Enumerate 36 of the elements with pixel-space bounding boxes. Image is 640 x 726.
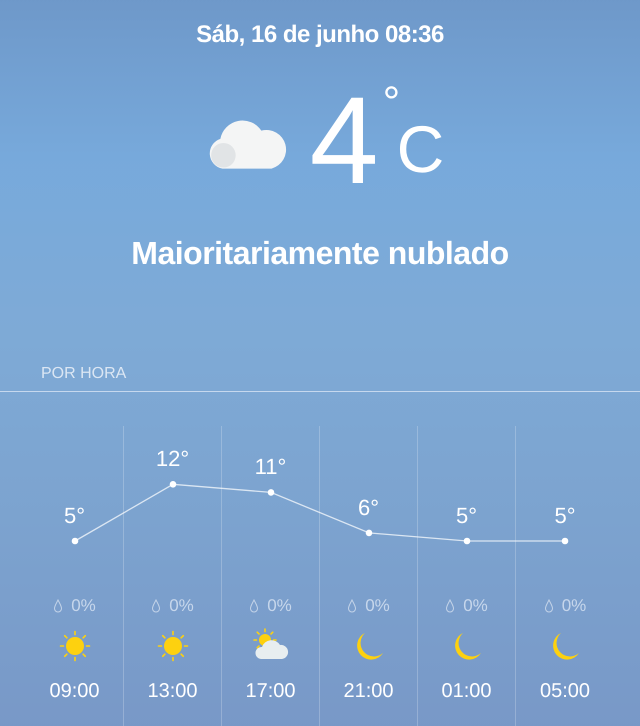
precipitation-chance: 0% [365,596,390,616]
temperature-label: 5° [553,503,577,529]
date-time: Sáb, 16 de junho 08:36 [196,21,444,49]
drop-icon [151,599,162,613]
hour-label: 17:00 [245,680,296,703]
data-point [72,538,78,544]
data-point [170,481,176,488]
temperature-label: 5° [454,503,478,529]
hour-label: 01:00 [441,680,492,703]
hour-label: 21:00 [343,680,394,703]
hour-label: 05:00 [540,680,590,703]
temperature-label: 11° [254,454,288,480]
temperature-label: 5° [62,503,86,529]
drop-icon [249,599,260,613]
precipitation-chance: 0% [169,596,194,616]
temperature: 4 [310,87,379,195]
temperature-label: 6° [356,494,380,521]
data-point [268,489,274,496]
precipitation-chance: 0% [71,596,96,616]
data-point [366,530,372,536]
drop-icon [445,599,456,613]
hour-label: 13:00 [147,680,198,703]
precipitation-chance: 0% [463,596,488,616]
precipitation-chance: 0% [562,596,586,616]
hour-label: 09:00 [49,680,100,703]
precipitation-chance: 0% [267,596,292,616]
degree-sign: ° [382,87,400,119]
condition-text: Maioritariamente nublado [131,235,509,272]
drop-icon [544,599,554,613]
drop-icon [347,599,358,613]
temperature-label: 12° [154,446,190,472]
unit-label: C [396,119,444,179]
data-point [562,538,568,544]
section-label: POR HORA [41,365,128,383]
drop-icon [53,599,64,613]
data-point [464,538,470,544]
